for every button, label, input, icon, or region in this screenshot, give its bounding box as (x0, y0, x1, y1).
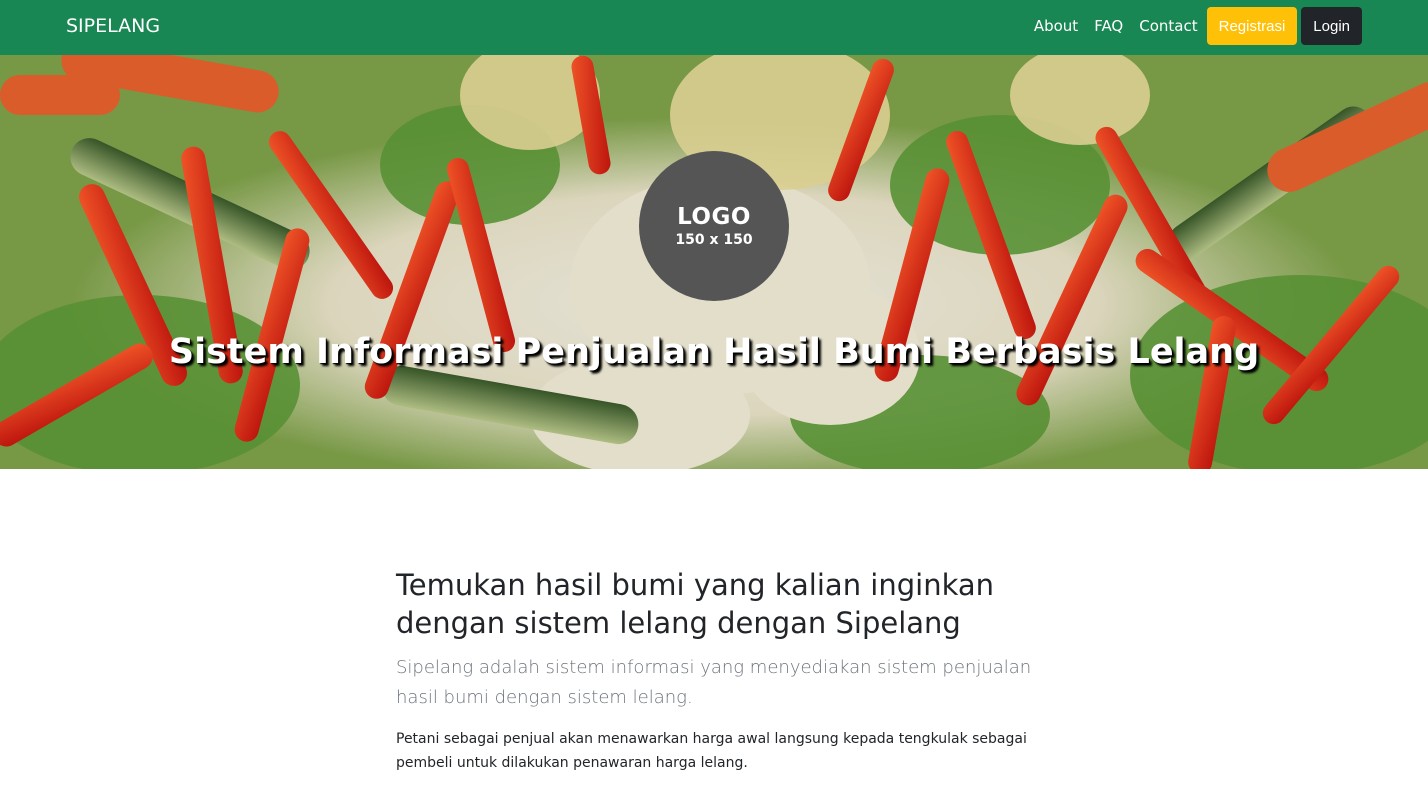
nav-links: About FAQ Contact Registrasi Login (1026, 7, 1362, 45)
hero-banner: LOGO 150 x 150 Sistem Informasi Penjuala… (0, 55, 1428, 469)
login-button[interactable]: Login (1301, 7, 1362, 45)
intro-headline: Temukan hasil bumi yang kalian inginkan … (396, 568, 995, 640)
intro-section: Temukan hasil bumi yang kalian inginkan … (396, 566, 1036, 775)
logo-text: LOGO (677, 204, 751, 230)
nav-link-about[interactable]: About (1026, 17, 1086, 35)
intro-lead: Sipelang adalah sistem informasi yang me… (396, 657, 1032, 708)
logo-size-text: 150 x 150 (675, 232, 753, 248)
brand-link[interactable]: SIPELANG (66, 15, 160, 37)
hero-title: Sistem Informasi Penjualan Hasil Bumi Be… (168, 332, 1260, 372)
nav-link-contact[interactable]: Contact (1131, 17, 1205, 35)
register-button[interactable]: Registrasi (1206, 7, 1298, 45)
nav-link-faq[interactable]: FAQ (1086, 17, 1131, 35)
logo-placeholder: LOGO 150 x 150 (639, 151, 789, 301)
top-navbar: SIPELANG About FAQ Contact Registrasi Lo… (0, 0, 1428, 55)
intro-body: Petani sebagai penjual akan menawarkan h… (396, 731, 1027, 771)
